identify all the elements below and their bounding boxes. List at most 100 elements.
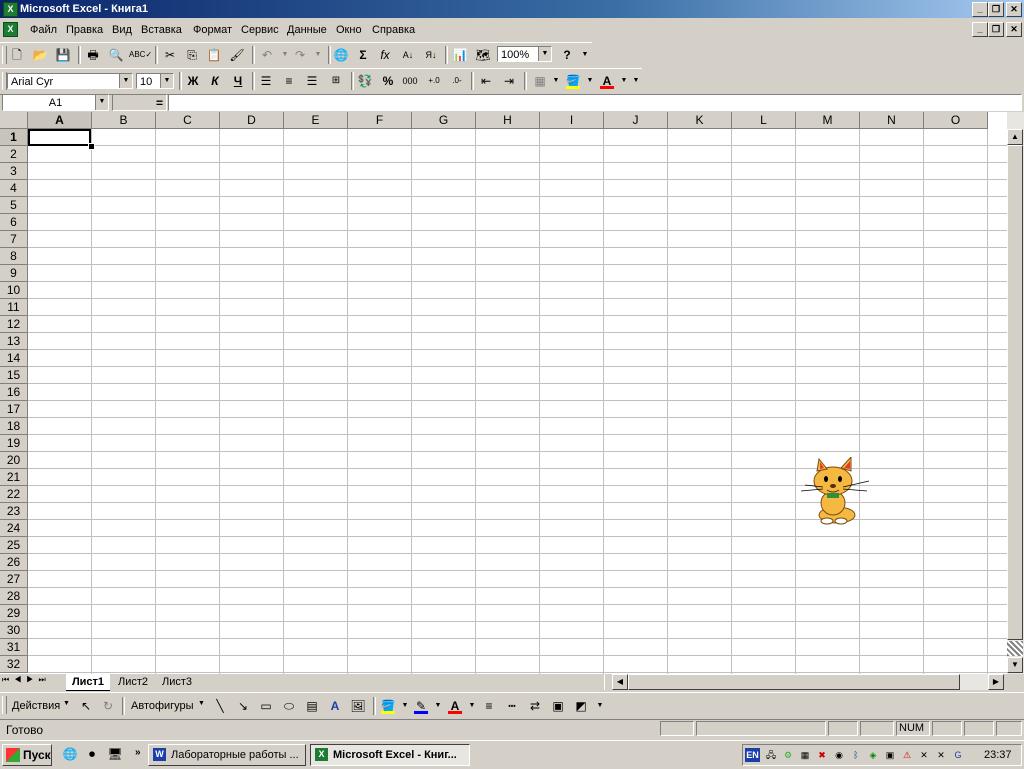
chevron-down-icon[interactable]: ▼: [95, 95, 108, 110]
row-header-8[interactable]: 8: [0, 248, 28, 265]
column-header-l[interactable]: L: [732, 112, 796, 129]
help-icon[interactable]: ?: [557, 45, 577, 65]
row-header-20[interactable]: 20: [0, 452, 28, 469]
row-header-29[interactable]: 29: [0, 605, 28, 622]
doc-close-button[interactable]: ✕: [1006, 22, 1022, 37]
format-painter-icon[interactable]: 🖌: [227, 45, 247, 65]
hscroll-track[interactable]: [960, 674, 988, 690]
spelling-icon[interactable]: ABC✓: [129, 45, 152, 65]
select-all-corner[interactable]: [0, 112, 28, 129]
menu-edit[interactable]: Правка: [66, 24, 103, 36]
redo-icon[interactable]: ↷: [290, 45, 310, 65]
sheet-tab-2[interactable]: Лист2: [112, 674, 154, 690]
excel-app-icon[interactable]: X: [3, 2, 18, 17]
row-header-15[interactable]: 15: [0, 367, 28, 384]
toolbar-options-icon[interactable]: ▼: [575, 45, 595, 65]
menu-format[interactable]: Формат: [193, 24, 232, 36]
row-header-3[interactable]: 3: [0, 163, 28, 180]
row-header-17[interactable]: 17: [0, 401, 28, 418]
row-header-9[interactable]: 9: [0, 265, 28, 282]
chevron-down-icon[interactable]: ▼: [538, 47, 551, 61]
sheet-tab-3[interactable]: Лист3: [156, 674, 198, 690]
active-cell-cursor[interactable]: [28, 129, 91, 146]
column-header-n[interactable]: N: [860, 112, 924, 129]
rectangle-icon[interactable]: ▭: [256, 696, 276, 716]
clock[interactable]: 23:37: [984, 749, 1012, 761]
actions-menu[interactable]: Действия: [12, 700, 60, 712]
print-preview-icon[interactable]: 🔍: [106, 45, 126, 65]
row-header-19[interactable]: 19: [0, 435, 28, 452]
minimize-button[interactable]: _: [972, 2, 988, 17]
row-header-5[interactable]: 5: [0, 197, 28, 214]
menu-data[interactable]: Данные: [287, 24, 327, 36]
column-header-g[interactable]: G: [412, 112, 476, 129]
menu-tools[interactable]: Сервис: [241, 24, 279, 36]
open-folder-icon[interactable]: 📂: [30, 45, 50, 65]
row-header-26[interactable]: 26: [0, 554, 28, 571]
sort-descending-icon[interactable]: Я↓: [421, 45, 441, 65]
tray-icon[interactable]: ✕: [934, 748, 948, 762]
row-header-4[interactable]: 4: [0, 180, 28, 197]
row-header-23[interactable]: 23: [0, 503, 28, 520]
bluetooth-icon[interactable]: ᛒ: [849, 748, 863, 762]
worksheet-grid[interactable]: ABCDEFGHIJKLMNO 1 2 3 4 5 6 7 8 9 10 11 12 13 14 15 16 1…: [0, 112, 1007, 674]
select-pointer-icon[interactable]: ↖: [76, 696, 96, 716]
chart-wizard-icon[interactable]: 📊: [450, 45, 470, 65]
row-header-1[interactable]: 1: [0, 129, 28, 146]
column-header-i[interactable]: I: [540, 112, 604, 129]
sort-ascending-icon[interactable]: A↓: [398, 45, 418, 65]
tray-icon[interactable]: ◉: [832, 748, 846, 762]
increase-decimal-icon[interactable]: +.0: [424, 71, 444, 91]
font-size-select[interactable]: 10 ▼: [136, 73, 174, 89]
save-icon[interactable]: 💾: [53, 45, 73, 65]
bold-button[interactable]: Ж: [183, 71, 203, 91]
currency-icon[interactable]: 💱: [355, 71, 375, 91]
row-header-6[interactable]: 6: [0, 214, 28, 231]
new-document-icon[interactable]: 🗋: [7, 45, 27, 65]
column-header-c[interactable]: C: [156, 112, 220, 129]
row-header-16[interactable]: 16: [0, 384, 28, 401]
align-left-icon[interactable]: ☰: [256, 71, 276, 91]
column-header-e[interactable]: E: [284, 112, 348, 129]
column-header-a[interactable]: A: [28, 112, 92, 129]
row-header-22[interactable]: 22: [0, 486, 28, 503]
formula-input[interactable]: [168, 94, 1022, 111]
redo-dropdown-icon[interactable]: ▼: [308, 45, 328, 65]
tray-icon[interactable]: ◈: [866, 748, 880, 762]
decrease-decimal-icon[interactable]: .0-: [447, 71, 467, 91]
autosum-icon[interactable]: Σ: [353, 45, 373, 65]
clipart-icon[interactable]: 🖼: [348, 696, 368, 716]
increase-indent-icon[interactable]: ⇥: [499, 71, 519, 91]
merge-center-icon[interactable]: ⊞: [326, 71, 346, 91]
wordart-icon[interactable]: A: [325, 696, 345, 716]
row-header-30[interactable]: 30: [0, 622, 28, 639]
tray-icon[interactable]: ✕: [917, 748, 931, 762]
align-right-icon[interactable]: ☰: [302, 71, 322, 91]
row-header-28[interactable]: 28: [0, 588, 28, 605]
sheet-tab-1[interactable]: Лист1: [66, 674, 110, 691]
oval-icon[interactable]: ⬭: [279, 696, 299, 716]
column-header-m[interactable]: M: [796, 112, 860, 129]
toolbar-options-icon[interactable]: ▼: [626, 71, 646, 91]
column-header-j[interactable]: J: [604, 112, 668, 129]
thousands-button[interactable]: 000: [400, 71, 420, 91]
scroll-right-icon[interactable]: ▶: [988, 674, 1004, 690]
media-quicklaunch-icon[interactable]: ⏺: [82, 744, 102, 764]
tray-icon[interactable]: ⚠: [900, 748, 914, 762]
column-header-k[interactable]: K: [668, 112, 732, 129]
close-button[interactable]: ✕: [1006, 2, 1022, 17]
hscroll-thumb[interactable]: [628, 674, 960, 690]
quicklaunch-more-icon[interactable]: »: [135, 747, 141, 758]
row-header-21[interactable]: 21: [0, 469, 28, 486]
scroll-left-icon[interactable]: ◀: [612, 674, 628, 690]
map-icon[interactable]: 🗺: [473, 45, 493, 65]
dash-style-icon[interactable]: ┅: [502, 696, 522, 716]
decrease-indent-icon[interactable]: ⇤: [476, 71, 496, 91]
tray-icon[interactable]: ▦: [798, 748, 812, 762]
italic-button[interactable]: К: [205, 71, 225, 91]
chevron-down-icon[interactable]: ▼: [160, 74, 173, 88]
menu-insert[interactable]: Вставка: [141, 24, 182, 36]
ie-quicklaunch-icon[interactable]: 🌐: [60, 744, 80, 764]
print-icon[interactable]: 🖶: [83, 45, 103, 65]
row-header-10[interactable]: 10: [0, 282, 28, 299]
